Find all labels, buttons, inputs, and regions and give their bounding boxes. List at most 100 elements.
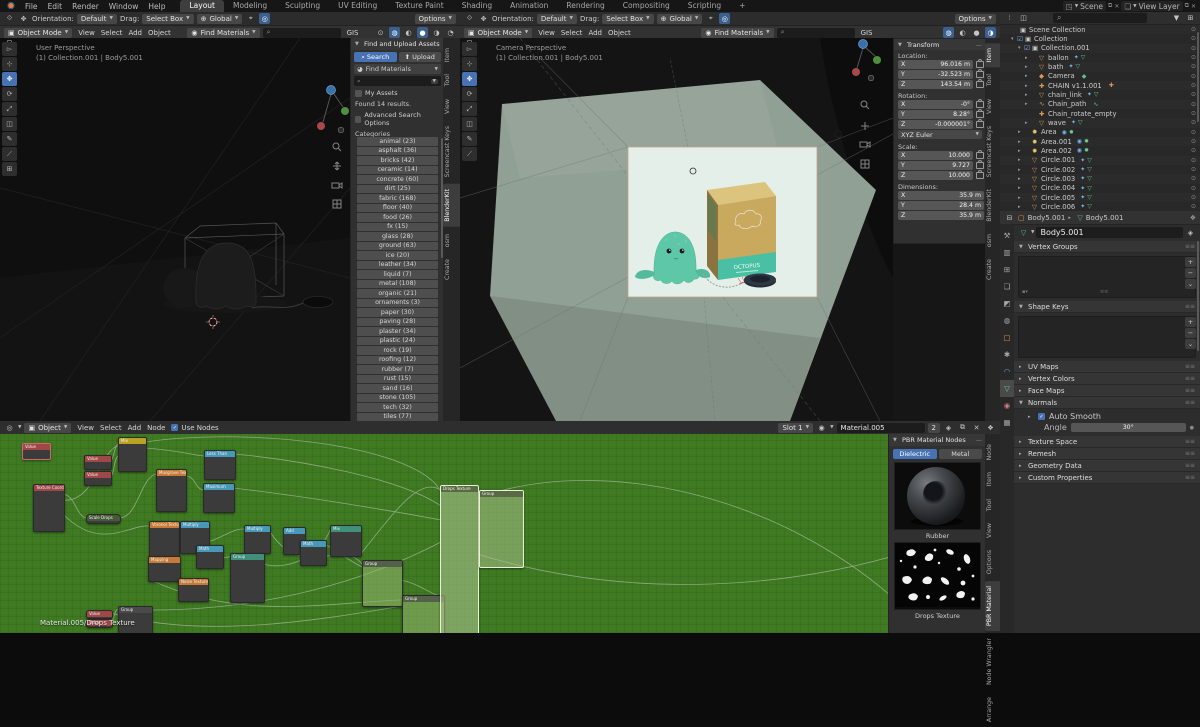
pin-icon[interactable]: ❖	[1190, 214, 1196, 222]
node-header[interactable]: Value	[85, 472, 111, 478]
category-item[interactable]: bricks (42)	[357, 156, 438, 165]
collapsed-panel-header[interactable]: ▸Texture Space≡≡	[1014, 436, 1200, 448]
lock-icon[interactable]	[976, 111, 984, 118]
node-header[interactable]: Noise Texture	[179, 579, 208, 585]
list-filter-icon[interactable]: ▪▾	[1022, 289, 1028, 295]
shader-node[interactable]: Drops Texture	[440, 485, 479, 633]
viewport-menu-item[interactable]: Object	[145, 29, 174, 37]
sidebar-tab[interactable]: osm	[443, 229, 460, 252]
breadcrumb-object[interactable]: Body5.001	[1028, 214, 1066, 222]
node-header[interactable]: Math	[301, 541, 326, 547]
properties-tab[interactable]: ▦	[1000, 414, 1014, 431]
viewport-menu-item[interactable]: Add	[585, 29, 605, 37]
sidebar-tab[interactable]: BlenderKit	[985, 184, 1000, 227]
outliner-row[interactable]: ▸ ∿ Chain_path ∿ ⊙	[1000, 100, 1200, 109]
shader-node[interactable]: Maximum	[203, 483, 235, 513]
users-count-button[interactable]: 2	[928, 423, 940, 433]
scale-field[interactable]: Z10.000	[898, 171, 973, 180]
shader-node[interactable]: Math	[196, 545, 224, 569]
add-button[interactable]: +	[1185, 257, 1196, 267]
proportional-edit-icon[interactable]: ◎	[719, 13, 730, 24]
node-sidebar-tab[interactable]: View	[985, 518, 1000, 543]
history-chevron-icon[interactable]: ▼	[431, 79, 438, 84]
expand-arrow-icon[interactable]: ▸	[1025, 101, 1031, 107]
node-header[interactable]: Less Than	[205, 451, 235, 457]
pivot-dropdown[interactable]: ⊕ Global▼	[197, 14, 243, 24]
rotation-mode-dropdown[interactable]: XYZ Euler▼	[898, 130, 982, 139]
mode-dropdown[interactable]: ▣ Object Mode▼	[464, 28, 532, 38]
gis-menu[interactable]: GIS	[344, 29, 362, 37]
remove-button[interactable]: −	[1185, 268, 1196, 278]
mesh-name-field[interactable]: Body5.001	[1036, 227, 1183, 238]
gizmo-icon[interactable]: ✥	[478, 13, 489, 24]
expand-arrow-icon[interactable]: ▸	[1018, 157, 1024, 163]
properties-tab[interactable]: ◍	[1000, 312, 1014, 329]
node-header[interactable]: Musgrave Texture	[157, 470, 186, 476]
scale-tool[interactable]: ⤢	[462, 102, 477, 116]
editor-type-icon[interactable]: ⊟	[1004, 212, 1015, 223]
editor-type-icon[interactable]: ⦙	[1004, 13, 1015, 24]
metal-button[interactable]: Metal	[939, 449, 983, 459]
node-canvas[interactable]: Value Value Value Mix Texture Coordinate	[0, 434, 1000, 633]
sidebar-tab[interactable]: osm	[985, 229, 1000, 252]
search-tab-button[interactable]: ⌕Search	[354, 52, 397, 62]
category-item[interactable]: rust (15)	[357, 375, 438, 384]
sidebar-tab[interactable]: View	[985, 94, 1000, 119]
copy-icon[interactable]: ⧉	[1185, 2, 1189, 10]
category-item[interactable]: rubber (7)	[357, 365, 438, 374]
outliner-row[interactable]: ▸ ▽ Circle.005 ✦ ▽ ⊙	[1000, 193, 1200, 202]
outliner-row[interactable]: ▸ ▽ chain_link ✦ ▽ ⊙	[1000, 90, 1200, 99]
cursor-tool[interactable]: ⊹	[462, 57, 477, 71]
workspace-tab[interactable]: Animation	[501, 0, 557, 12]
outliner-row[interactable]: ▸ ▽ Circle.002 ✦ ▽ ⊙	[1000, 165, 1200, 174]
node-header[interactable]: Group	[231, 554, 264, 560]
annotate-tool[interactable]: ✎	[2, 132, 17, 146]
collapsed-panel-header[interactable]: ▸Remesh≡≡	[1014, 448, 1200, 460]
sidebar-tab[interactable]: Item	[985, 43, 1000, 67]
shading-material-icon[interactable]: ◑	[985, 27, 996, 38]
shader-menu-item[interactable]: View	[74, 424, 97, 432]
find-materials-dropdown[interactable]: ◉ Find Materials▼	[701, 28, 773, 38]
hide-eye-icon[interactable]: ⊙	[1191, 73, 1196, 80]
outliner-row[interactable]: ▸ ✚ CHAIN v1.1.001 ✚ ⊙	[1000, 81, 1200, 90]
node-header[interactable]: Group	[363, 561, 402, 567]
hide-eye-icon[interactable]: ⊙	[1191, 45, 1196, 52]
node-header[interactable]: Value	[23, 444, 50, 450]
new-material-icon[interactable]: ⧉	[957, 422, 968, 433]
expand-arrow-icon[interactable]: ▸	[1018, 185, 1024, 191]
lock-icon[interactable]	[976, 101, 984, 108]
shader-node[interactable]: Group	[479, 490, 524, 568]
transform-tool[interactable]: ◫	[2, 117, 17, 131]
xray-icon[interactable]: ◐	[403, 27, 414, 38]
node-header[interactable]: Voronoi Texture	[150, 522, 179, 528]
node-sidebar-tab[interactable]: Node	[985, 439, 1000, 465]
category-item[interactable]: liquid (7)	[357, 270, 438, 279]
shader-node[interactable]: Value	[22, 443, 51, 460]
outliner-row[interactable]: ▸ ▽ ballon ✦ ▽ ⊙	[1000, 53, 1200, 62]
outliner-row[interactable]: ▸ ▽ Circle.006 ✦ ▽ ⊙	[1000, 202, 1200, 211]
measure-tool[interactable]: ⟋	[2, 147, 17, 161]
expand-arrow-icon[interactable]: ▸	[1025, 64, 1031, 70]
overlays-icon[interactable]: ◍	[943, 27, 954, 38]
slot-dropdown[interactable]: Slot 1▼	[778, 423, 813, 433]
properties-tab[interactable]: ◠	[1000, 363, 1014, 380]
scrollbar[interactable]	[1197, 32, 1199, 122]
expand-arrow-icon[interactable]: ▸	[1025, 92, 1031, 98]
vertex-groups-list[interactable]: ▪▾ ≡≡ + − ⌄	[1018, 256, 1196, 298]
sidebar-tab[interactable]: Screencast Keys	[443, 121, 460, 182]
dielectric-button[interactable]: Dielectric	[893, 449, 937, 459]
category-item[interactable]: ice (20)	[357, 251, 438, 260]
expand-arrow-icon[interactable]: ▸	[1025, 120, 1031, 126]
category-item[interactable]: ornaments (3)	[357, 299, 438, 308]
category-item[interactable]: paper (30)	[357, 308, 438, 317]
sidebar-tab[interactable]: Create	[443, 254, 460, 285]
collection-checkbox-icon[interactable]: ☑	[1024, 44, 1032, 52]
category-item[interactable]: organic (21)	[357, 289, 438, 298]
workspace-tab[interactable]: Modeling	[224, 0, 276, 12]
proportional-edit-icon[interactable]: ◎	[259, 13, 270, 24]
specials-button[interactable]: ⌄	[1185, 279, 1196, 289]
category-item[interactable]: food (26)	[357, 213, 438, 222]
node-header[interactable]: Add	[284, 528, 305, 534]
dimension-field[interactable]: Y28.4 m	[898, 201, 984, 210]
transform-tool[interactable]: ◫	[462, 117, 477, 131]
